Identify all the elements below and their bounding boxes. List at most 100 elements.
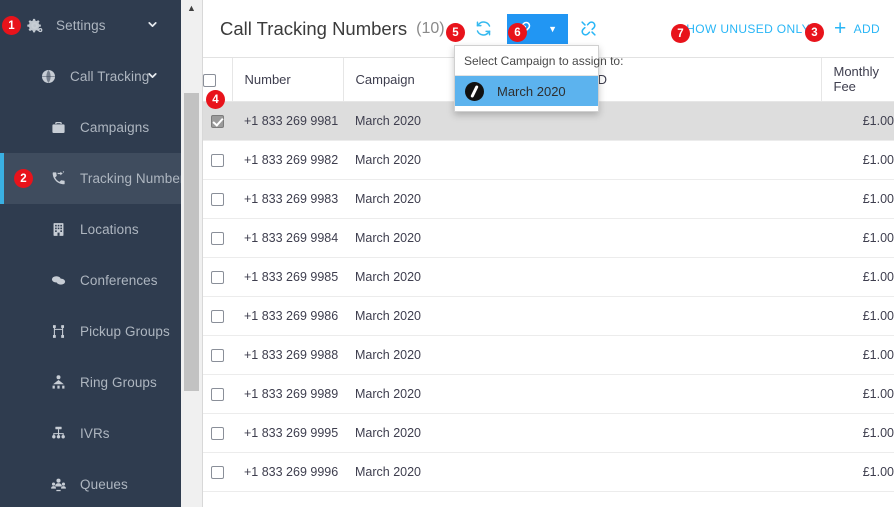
cell-number: +1 833 269 9984 <box>232 218 343 257</box>
cell-number: +1 833 269 9981 <box>232 101 343 140</box>
sidebar-item-call-tracking[interactable]: Call Tracking <box>0 51 181 102</box>
row-select-cell[interactable] <box>203 179 232 218</box>
row-select-cell[interactable] <box>203 296 232 335</box>
sidebar-item-locations[interactable]: Locations <box>0 204 181 255</box>
sidebar-item-ring-groups[interactable]: Ring Groups <box>0 357 181 408</box>
row-select-cell[interactable] <box>203 452 232 491</box>
row-select-cell[interactable] <box>203 218 232 257</box>
cell-campaign: March 2020 <box>343 374 542 413</box>
ring-groups-icon <box>46 372 70 394</box>
sidebar-item-label: Campaigns <box>80 120 149 135</box>
briefcase-icon <box>46 117 70 139</box>
sidebar-item-settings[interactable]: Settings <box>0 0 181 51</box>
row-checkbox[interactable] <box>211 193 224 206</box>
plus-icon: + <box>834 18 847 39</box>
scrollbar-thumb[interactable] <box>184 93 199 391</box>
sidebar-item-conferences[interactable]: Conferences <box>0 255 181 306</box>
sidebar-item-label: Locations <box>80 222 139 237</box>
cell-campaign: March 2020 <box>343 218 542 257</box>
add-button-label: ADD <box>854 22 880 36</box>
unlink-icon[interactable] <box>574 14 604 44</box>
column-header-monthly-fee[interactable]: Monthly Fee <box>821 58 894 101</box>
numbers-table: Number Campaign Visitor ID Monthly Fee +… <box>203 58 894 492</box>
page-scrollbar[interactable]: ▲ <box>181 0 203 507</box>
cell-monthly-fee: £1.00 <box>821 257 894 296</box>
queues-icon <box>46 474 70 496</box>
header-actions: SHOW UNUSED ONLY + ADD <box>678 18 880 39</box>
cell-number: +1 833 269 9985 <box>232 257 343 296</box>
row-checkbox[interactable] <box>211 427 224 440</box>
dropdown-title: Select Campaign to assign to: <box>455 46 598 76</box>
cell-number: +1 833 269 9982 <box>232 140 343 179</box>
refresh-icon[interactable] <box>469 14 499 44</box>
cell-monthly-fee: £1.00 <box>821 374 894 413</box>
cell-visitor-id <box>542 413 821 452</box>
cell-campaign: March 2020 <box>343 413 542 452</box>
cell-monthly-fee: £1.00 <box>821 140 894 179</box>
cell-visitor-id <box>542 296 821 335</box>
assign-campaign-split-button[interactable]: ▼ <box>507 14 568 44</box>
building-icon <box>46 219 70 241</box>
column-header-number[interactable]: Number <box>232 58 343 101</box>
sidebar-item-tracking-numbers[interactable]: Tracking Numbers <box>0 153 181 204</box>
table-row[interactable]: +1 833 269 9996March 2020£1.00 <box>203 452 894 491</box>
sidebar-item-campaigns[interactable]: Campaigns <box>0 102 181 153</box>
row-select-cell[interactable] <box>203 140 232 179</box>
cell-campaign: March 2020 <box>343 335 542 374</box>
table-row[interactable]: +1 833 269 9986March 2020 £1.00 <box>203 296 894 335</box>
cell-monthly-fee: £1.00 <box>821 218 894 257</box>
row-checkbox[interactable] <box>211 466 224 479</box>
assign-campaign-dropdown: Select Campaign to assign to: March 2020 <box>454 45 599 112</box>
row-select-cell[interactable] <box>203 374 232 413</box>
cell-monthly-fee: £1.00 <box>821 335 894 374</box>
cell-visitor-id <box>542 257 821 296</box>
sidebar-item-label: Call Tracking <box>70 69 149 84</box>
table-row[interactable]: +1 833 269 9984March 2020 £1.00 <box>203 218 894 257</box>
pickup-groups-icon <box>46 321 70 343</box>
cell-monthly-fee: £1.00 <box>821 101 894 140</box>
row-checkbox[interactable] <box>211 115 224 128</box>
dropdown-item-campaign[interactable]: March 2020 <box>455 76 598 106</box>
row-select-cell[interactable] <box>203 335 232 374</box>
show-unused-only-button[interactable]: SHOW UNUSED ONLY <box>678 22 810 36</box>
cell-campaign: March 2020 <box>343 257 542 296</box>
cell-campaign: March 2020 <box>343 140 542 179</box>
sidebar-item-pickup-groups[interactable]: Pickup Groups <box>0 306 181 357</box>
sidebar-item-label: Queues <box>80 477 128 492</box>
scroll-up-arrow-icon[interactable]: ▲ <box>187 4 196 13</box>
row-checkbox[interactable] <box>211 310 224 323</box>
row-checkbox[interactable] <box>211 271 224 284</box>
row-checkbox[interactable] <box>211 349 224 362</box>
chevron-down-icon[interactable] <box>146 18 159 34</box>
select-all-checkbox[interactable] <box>203 74 216 87</box>
gear-icon <box>22 15 46 37</box>
chevron-down-icon[interactable] <box>146 69 159 85</box>
table-row[interactable]: +1 833 269 9988March 2020£1.00 <box>203 335 894 374</box>
globe-icon <box>36 66 60 88</box>
table-row[interactable]: +1 833 269 9995March 2020£1.00 <box>203 413 894 452</box>
cell-monthly-fee: £1.00 <box>821 296 894 335</box>
add-button[interactable]: + ADD <box>834 18 880 39</box>
dropdown-item-label: March 2020 <box>497 84 566 99</box>
caret-down-icon[interactable]: ▼ <box>541 14 565 44</box>
sidebar-item-ivrs[interactable]: IVRs <box>0 408 181 459</box>
sidebar-item-queues[interactable]: Queues <box>0 459 181 507</box>
cell-number: +1 833 269 9986 <box>232 296 343 335</box>
table-row[interactable]: +1 833 269 9983March 2020£1.00 <box>203 179 894 218</box>
page-count: (10) <box>416 20 444 38</box>
select-all-header <box>203 58 232 101</box>
row-checkbox[interactable] <box>211 154 224 167</box>
toolbar: ▼ <box>469 14 604 44</box>
row-select-cell[interactable] <box>203 101 232 140</box>
sidebar-item-label: Tracking Numbers <box>80 171 181 186</box>
row-select-cell[interactable] <box>203 413 232 452</box>
row-checkbox[interactable] <box>211 388 224 401</box>
row-checkbox[interactable] <box>211 232 224 245</box>
table-row[interactable]: +1 833 269 9982March 2020 £1.00 <box>203 140 894 179</box>
cell-campaign: March 2020 <box>343 296 542 335</box>
table-row[interactable]: +1 833 269 9989March 2020£1.00 <box>203 374 894 413</box>
row-select-cell[interactable] <box>203 257 232 296</box>
sidebar-item-label: IVRs <box>80 426 110 441</box>
table-row[interactable]: +1 833 269 9985March 2020 £1.00 <box>203 257 894 296</box>
link-icon[interactable] <box>507 14 541 44</box>
